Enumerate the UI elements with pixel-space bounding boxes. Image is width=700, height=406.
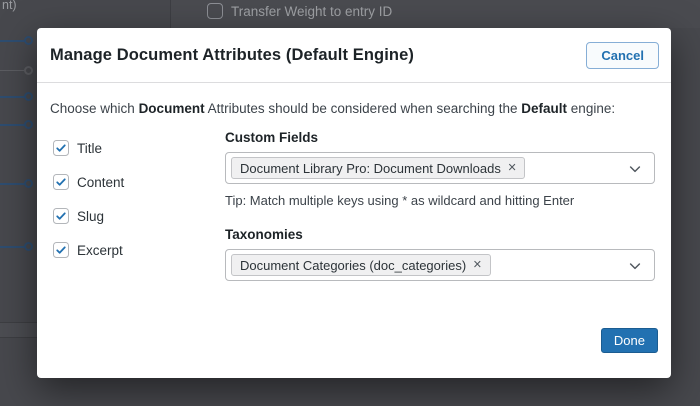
remove-tag-icon[interactable]: ×: [508, 161, 516, 176]
cancel-button[interactable]: Cancel: [586, 42, 659, 69]
checkbox-row-excerpt[interactable]: Excerpt: [53, 242, 225, 258]
custom-fields-select[interactable]: Document Library Pro: Document Downloads…: [225, 152, 655, 184]
slider-knob-icon: [24, 36, 33, 45]
checkbox-checked-icon: [53, 174, 69, 190]
custom-fields-label: Custom Fields: [225, 130, 655, 145]
checkbox-row-slug[interactable]: Slug: [53, 208, 225, 224]
slider-knob-icon: [24, 179, 33, 188]
taxonomies-label: Taxonomies: [225, 227, 655, 242]
transfer-weight-checkbox: [207, 3, 223, 19]
intro-bold-default: Default: [521, 101, 567, 116]
checkbox-label: Title: [77, 141, 102, 156]
checkbox-row-title[interactable]: Title: [53, 140, 225, 156]
checkbox-checked-icon: [53, 140, 69, 156]
selected-tag: Document Library Pro: Document Downloads…: [231, 157, 525, 179]
custom-fields-tip: Tip: Match multiple keys using * as wild…: [225, 193, 655, 208]
transfer-weight-row: Transfer Weight to entry ID: [207, 3, 392, 19]
tag-label: Document Categories (doc_categories): [240, 258, 466, 273]
intro-segment: Choose which: [50, 101, 139, 116]
checkbox-label: Content: [77, 175, 124, 190]
modal-columns: Title Content Slug Excerpt Custom Fields: [50, 130, 655, 281]
modal-body: Choose which Document Attributes should …: [37, 83, 671, 281]
checkbox-row-content[interactable]: Content: [53, 174, 225, 190]
selected-tag: Document Categories (doc_categories) ×: [231, 254, 491, 276]
slider-knob-icon: [24, 92, 33, 101]
remove-tag-icon[interactable]: ×: [473, 258, 481, 273]
background-box-edge: [0, 337, 37, 338]
done-button[interactable]: Done: [601, 328, 658, 353]
taxonomies-select[interactable]: Document Categories (doc_categories) ×: [225, 249, 655, 281]
slider-knob-icon: [24, 120, 33, 129]
intro-segment: Attributes should be considered when sea…: [205, 101, 522, 116]
slider-knob-icon: [24, 66, 33, 75]
checkbox-checked-icon: [53, 242, 69, 258]
fields-column: Custom Fields Document Library Pro: Docu…: [225, 130, 655, 281]
intro-text: Choose which Document Attributes should …: [50, 100, 655, 117]
slider-knob-icon: [24, 242, 33, 251]
checkbox-label: Excerpt: [77, 243, 123, 258]
tag-label: Document Library Pro: Document Downloads: [240, 161, 501, 176]
checkbox-label: Slug: [77, 209, 104, 224]
attributes-column: Title Content Slug Excerpt: [50, 130, 225, 281]
transfer-weight-label: Transfer Weight to entry ID: [231, 4, 392, 19]
intro-segment: engine:: [567, 101, 615, 116]
chevron-down-icon: [627, 161, 643, 182]
chevron-down-icon: [627, 258, 643, 279]
modal-header: Manage Document Attributes (Default Engi…: [37, 28, 671, 83]
intro-bold-document: Document: [139, 101, 205, 116]
background-panel-divider: [170, 0, 171, 28]
checkbox-checked-icon: [53, 208, 69, 224]
modal-title: Manage Document Attributes (Default Engi…: [50, 46, 414, 65]
background-box-band: [0, 323, 37, 337]
manage-attributes-modal: Manage Document Attributes (Default Engi…: [37, 28, 671, 378]
background-partial-text: nt): [2, 0, 17, 12]
